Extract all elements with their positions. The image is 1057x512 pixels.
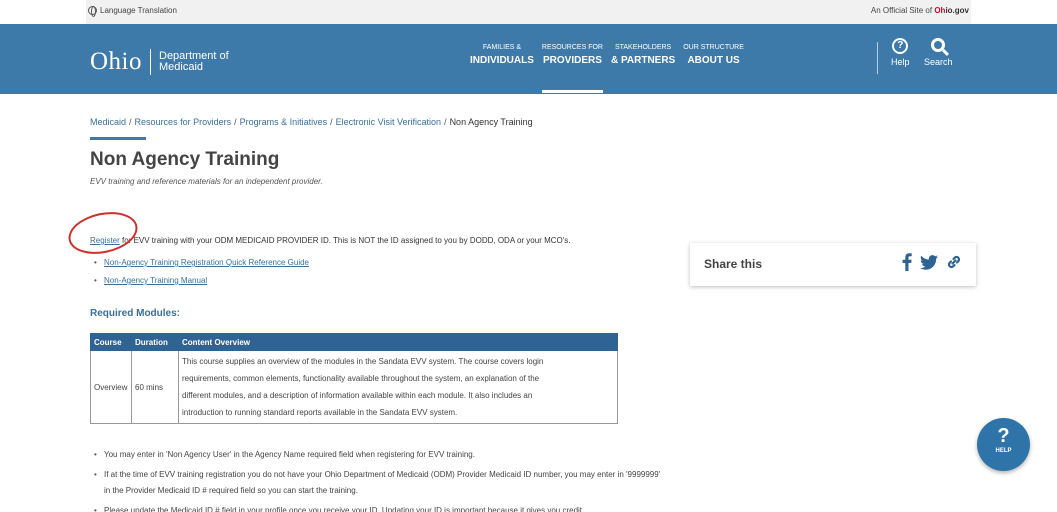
search-icon — [931, 38, 946, 52]
nav-our-structure-about[interactable]: OUR STRUCTURE ABOUT US — [683, 44, 744, 66]
facebook-icon[interactable] — [902, 253, 912, 271]
nav-small-label: OUR STRUCTURE — [683, 44, 744, 51]
site-header: Ohio Department of Medicaid FAMILIES & I… — [0, 24, 1057, 94]
official-prefix: An Official Site of — [870, 6, 933, 15]
question-icon: ? — [997, 425, 1010, 447]
column-header-duration: Duration — [131, 333, 179, 351]
cell-course: Overview — [90, 350, 132, 424]
nav-big-label: PROVIDERS — [542, 55, 602, 66]
share-icons — [902, 253, 962, 271]
globe-icon — [88, 6, 97, 17]
breadcrumb-current: Non Agency Training — [449, 117, 533, 127]
content-line: requirements, common elements, functiona… — [182, 374, 540, 383]
help-fab-label: HELP — [995, 448, 1012, 454]
annotation-circle — [64, 206, 142, 260]
utility-bar-inner: Language Translation An Official Site of… — [86, 0, 971, 24]
main-nav: FAMILIES & INDIVIDUALS RESOURCES FOR PRO… — [470, 44, 752, 93]
table-header-row: Course Duration Content Overview — [90, 333, 618, 351]
header-divider — [877, 42, 878, 74]
floating-help-button[interactable]: ? HELP — [977, 418, 1030, 471]
breadcrumb-separator: / — [129, 117, 132, 127]
notes-list: You may enter in 'Non Agency User' in th… — [94, 447, 664, 512]
help-icon: ? — [892, 38, 909, 54]
training-manual-link[interactable]: Non-Agency Training Manual — [104, 276, 207, 285]
intro-text: for EVV training with your ODM MEDICAID … — [119, 236, 571, 245]
official-io: io — [945, 6, 953, 15]
share-label: Share this — [704, 257, 763, 271]
language-translation-link[interactable]: Language Translation — [88, 6, 177, 17]
official-site-label: An Official Site of Ohio.gov — [871, 6, 969, 15]
title-accent-bar — [90, 137, 146, 140]
quick-reference-guide-link[interactable]: Non-Agency Training Registration Quick R… — [104, 258, 309, 267]
link-icon[interactable] — [946, 254, 962, 270]
content-line: introduction to running standard reports… — [182, 408, 458, 417]
nav-resources-providers[interactable]: RESOURCES FOR PROVIDERS — [541, 44, 604, 93]
page-subtitle: EVV training and reference materials for… — [90, 177, 323, 186]
column-header-course: Course — [90, 333, 132, 351]
logo-ohio-word: Ohio — [90, 48, 142, 75]
logo-divider — [150, 49, 151, 75]
resource-links-list: Non-Agency Training Registration Quick R… — [94, 258, 309, 294]
nav-big-label: INDIVIDUALS — [470, 55, 534, 66]
breadcrumb-separator: / — [234, 117, 237, 127]
list-item: Non-Agency Training Registration Quick R… — [94, 258, 309, 267]
language-translation-label: Language Translation — [100, 6, 177, 15]
official-gov: .gov — [952, 6, 969, 15]
breadcrumb-separator: / — [330, 117, 333, 127]
logo-department: Department of Medicaid — [159, 51, 229, 73]
nav-small-label: FAMILIES & — [482, 44, 522, 51]
nav-stakeholders-partners[interactable]: STAKEHOLDERS & PARTNERS — [611, 44, 675, 66]
content-line: This course supplies an overview of the … — [182, 357, 544, 366]
site-logo[interactable]: Ohio Department of Medicaid — [90, 48, 229, 76]
breadcrumb: Medicaid / Resources for Providers / Program… — [90, 117, 533, 127]
official-oh: Oh — [934, 6, 946, 15]
cell-duration: 60 mins — [131, 350, 179, 424]
utility-bar: Language Translation An Official Site of… — [0, 0, 1057, 24]
intro-paragraph: Register for EVV training with your ODM … — [90, 236, 571, 245]
help-button[interactable]: ? Help — [891, 38, 910, 67]
table-row: Overview 60 mins This course supplies an… — [90, 350, 618, 424]
breadcrumb-evv[interactable]: Electronic Visit Verification — [336, 117, 441, 127]
nav-small-label: RESOURCES FOR — [541, 44, 603, 51]
list-item: If at the time of EVV training registrat… — [94, 467, 664, 499]
nav-big-label: & PARTNERS — [610, 55, 676, 66]
twitter-icon[interactable] — [920, 254, 938, 270]
logo-dept-line2: Medicaid — [159, 61, 204, 73]
breadcrumb-separator: / — [444, 117, 447, 127]
search-button[interactable]: Search — [924, 38, 953, 67]
list-item: Non-Agency Training Manual — [94, 276, 309, 285]
content-line: different modules, and a description of … — [182, 391, 533, 400]
list-item: Please update the Medicaid ID # field in… — [94, 503, 664, 512]
required-modules-heading: Required Modules: — [90, 308, 181, 319]
modules-table: Course Duration Content Overview Overvie… — [90, 333, 618, 424]
breadcrumb-medicaid[interactable]: Medicaid — [90, 117, 126, 127]
nav-families-individuals[interactable]: FAMILIES & INDIVIDUALS — [470, 44, 534, 66]
page-title: Non Agency Training — [90, 149, 280, 170]
share-box: Share this — [690, 243, 976, 286]
search-label: Search — [924, 57, 953, 67]
list-item: You may enter in 'Non Agency User' in th… — [94, 447, 664, 463]
nav-small-label: STAKEHOLDERS — [614, 44, 672, 51]
help-label: Help — [891, 57, 910, 67]
column-header-content: Content Overview — [178, 333, 618, 351]
nav-big-label: ABOUT US — [687, 55, 740, 66]
breadcrumb-programs-initiatives[interactable]: Programs & Initiatives — [240, 117, 328, 127]
breadcrumb-resources-providers[interactable]: Resources for Providers — [135, 117, 232, 127]
cell-content: This course supplies an overview of the … — [178, 350, 618, 424]
